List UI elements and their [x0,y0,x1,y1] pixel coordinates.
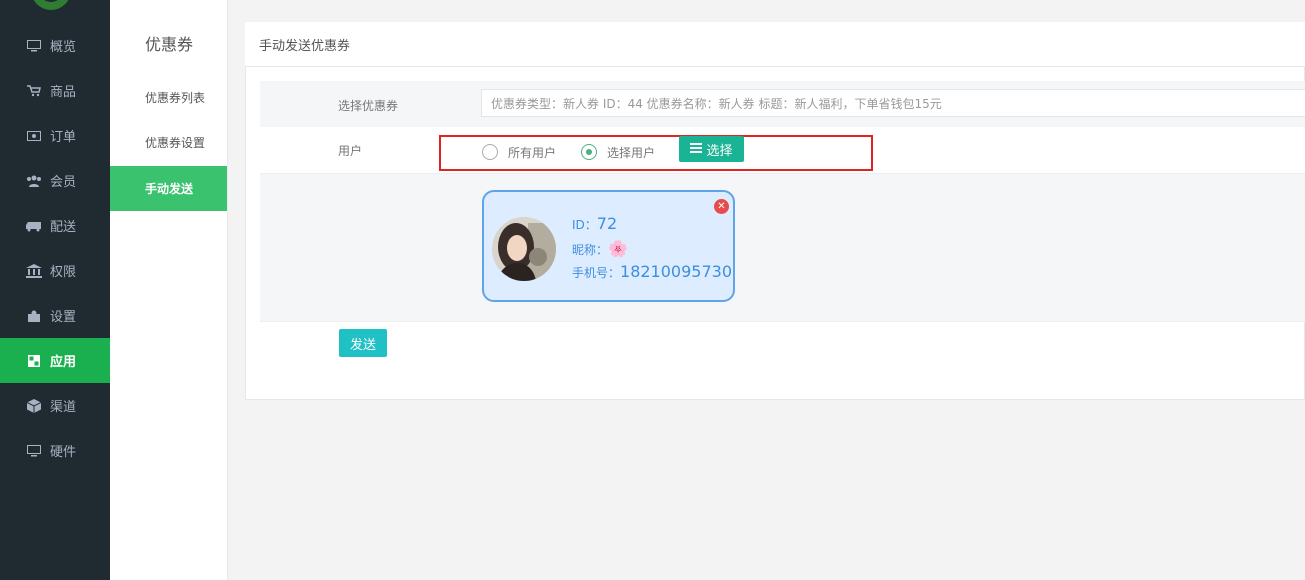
puzzle-icon [26,308,42,324]
user-id: ID：72 [572,214,618,233]
list-icon [690,142,703,157]
nav-item-label: 应用 [50,355,77,370]
monitor-icon [26,38,42,54]
nav-item-label: 渠道 [50,400,77,415]
nav-item-label: 概览 [50,40,77,55]
nav-item-overview[interactable]: 概览 [0,23,110,68]
cart-icon [26,83,42,99]
user-label: 用户 [338,144,363,158]
radio-select-users-label: 选择用户 [607,146,656,160]
subnav-item-manual-send[interactable]: 手动发送 [110,166,227,211]
nav-item-label: 硬件 [50,445,77,460]
nav-item-label: 权限 [50,265,77,280]
nav-item-label: 设置 [50,310,77,325]
cube-icon [26,398,42,414]
coupon-label: 选择优惠券 [338,99,399,113]
user-row: 用户 所有用户 选择用户 选择 [260,127,1305,174]
send-button[interactable]: 发送 [339,329,387,357]
panel-header: 手动发送优惠券 [245,22,1305,66]
sub-sidebar: 优惠券 优惠券列表 优惠券设置 手动发送 [110,0,228,580]
highlight-box [439,135,873,171]
app-icon [26,353,42,369]
nav-item-settings[interactable]: 设置 [0,293,110,338]
nav-item-channels[interactable]: 渠道 [0,383,110,428]
subnav-item-coupon-settings[interactable]: 优惠券设置 [110,120,227,165]
coupon-row: 选择优惠券 优惠券类型：新人券 ID：44 优惠券名称：新人券 标题：新人福利，… [260,81,1305,128]
user-card: ✕ ID：72 昵称：🌸 手机号：18210095730 [482,190,735,302]
nav-item-label: 会员 [50,175,77,190]
subnav-title: 优惠券 [145,35,194,54]
bank-icon [26,263,42,279]
remove-user-icon[interactable]: ✕ [714,199,729,214]
user-nickname: 昵称：🌸 [572,239,628,258]
nav-item-orders[interactable]: 订单 [0,113,110,158]
nav-item-hardware[interactable]: 硬件 [0,428,110,473]
nav-item-label: 订单 [50,130,77,145]
avatar [492,217,556,281]
nav-item-apps[interactable]: 应用 [0,338,110,383]
nav-item-permissions[interactable]: 权限 [0,248,110,293]
radio-all-users-label: 所有用户 [508,146,557,160]
radio-all-users[interactable] [482,144,498,160]
truck-icon [26,218,42,234]
nav-item-members[interactable]: 会员 [0,158,110,203]
form-panel: 选择优惠券 优惠券类型：新人券 ID：44 优惠券名称：新人券 标题：新人福利，… [245,66,1305,400]
user-phone: 手机号：18210095730 [572,262,732,281]
select-user-button[interactable]: 选择 [679,136,744,162]
nav-item-products[interactable]: 商品 [0,68,110,113]
coupon-input[interactable]: 优惠券类型：新人券 ID：44 优惠券名称：新人券 标题：新人福利，下单省钱包1… [481,89,1305,117]
main-sidebar: 概览 商品 订单 会员 配送 权限 设置 应用 渠道 硬件 [0,0,110,580]
subnav-item-coupon-list[interactable]: 优惠券列表 [110,75,227,120]
nav-item-label: 商品 [50,85,77,100]
selected-users-row: ✕ ID：72 昵称：🌸 手机号：18210095730 [260,174,1305,322]
nav-item-delivery[interactable]: 配送 [0,203,110,248]
order-icon [26,128,42,144]
desktop-icon [26,443,42,459]
radio-select-users[interactable] [581,144,597,160]
select-user-label: 选择 [706,143,733,159]
logo [31,0,71,10]
users-icon [26,173,42,189]
nav-item-label: 配送 [50,220,77,235]
page-title: 手动发送优惠券 [259,38,351,54]
